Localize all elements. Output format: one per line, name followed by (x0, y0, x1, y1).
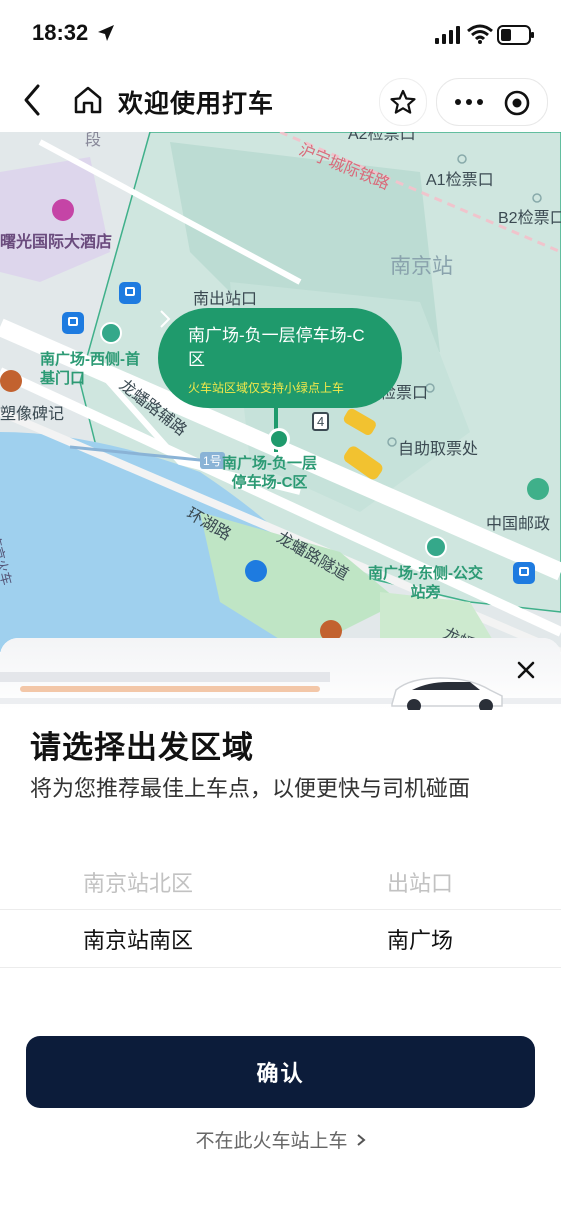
location-arrow-icon (98, 25, 114, 41)
map-label-east: 南广场-东侧-公交 站旁 (368, 565, 483, 601)
anchor-icon (245, 560, 267, 582)
mini-program-capsule (436, 78, 548, 126)
wifi-icon (467, 24, 493, 44)
map-label-self-ticket: 自助取票处 (398, 441, 479, 458)
page-title: 欢迎使用打车 (118, 90, 275, 118)
car-icon (391, 677, 503, 710)
subway-exit-badge: 4 (312, 412, 330, 431)
sheet-subtitle: 将为您推荐最佳上车点，以便更快与司机碰面 (30, 776, 471, 801)
map-view[interactable]: A2检票口 A1检票口 B2检票口 沪宁城际铁路 段 曙光国际大酒店 南京站 南… (0, 132, 561, 652)
close-icon[interactable] (514, 658, 538, 682)
hotel-icon (52, 199, 74, 221)
bubble-note: 火车站区域仅支持小绿点上车 (188, 381, 345, 395)
sheet-title: 请选择出发区域 (30, 730, 254, 765)
more-icon[interactable] (452, 91, 486, 113)
map-label-south-exit: 南出站口 (193, 291, 258, 308)
pickup-point-icon[interactable] (100, 322, 122, 344)
picker-option[interactable]: 南京站北区 出站口 (0, 853, 561, 910)
selected-pin-icon (268, 428, 290, 450)
map-label-post: 中国邮政 (486, 516, 551, 533)
landmark-icon (0, 370, 22, 392)
favorite-button[interactable] (379, 78, 427, 126)
nav-bar: 欢迎使用打车 (0, 70, 561, 132)
pickup-bubble[interactable]: 南广场-负一层停车场-C区 火车站区域仅支持小绿点上车 (158, 308, 402, 408)
status-bar: 18:32 (0, 0, 561, 70)
not-at-station-label: 不在此火车站上车 (195, 1131, 348, 1152)
map-label-statue: 塑像碑记 (0, 406, 65, 423)
cellular-signal-icon (435, 26, 460, 44)
train-illustration (0, 672, 561, 710)
confirm-button[interactable]: 确认 (26, 1036, 535, 1108)
map-label-b2: B2检票口 (498, 210, 561, 227)
pickup-point-icon[interactable] (425, 536, 447, 558)
picker-area-right: 出站口 (387, 871, 454, 896)
area-picker[interactable]: 南京站北区 出站口 南京站南区 南广场 (0, 853, 561, 983)
bus-stop-icon (119, 282, 141, 304)
close-target-icon[interactable] (503, 89, 531, 117)
bubble-title: 南广场-负一层停车场-C区 (188, 326, 365, 369)
picker-selected-option[interactable]: 南京站南区 南广场 (0, 909, 561, 968)
metro-line-badge: 1号 (200, 452, 225, 469)
post-office-icon (527, 478, 549, 500)
battery-icon (497, 25, 534, 45)
not-at-station-link[interactable]: 不在此火车站上车 (0, 1126, 561, 1153)
chevron-right-icon (356, 1131, 366, 1153)
picker-area-left: 南京站北区 (83, 871, 194, 896)
status-time: 18:32 (32, 20, 89, 45)
bus-stop-icon (513, 562, 535, 584)
back-icon[interactable] (18, 82, 48, 118)
map-label-road-small: 段 (85, 132, 102, 149)
train-banner (0, 638, 561, 710)
picker-area-left: 南京站南区 (83, 928, 194, 953)
bottom-sheet: 请选择出发区域 将为您推荐最佳上车点，以便更快与司机碰面 南京站北区 出站口 南… (0, 638, 561, 1215)
map-label-hotel: 曙光国际大酒店 (0, 234, 113, 251)
chevron-right-icon (160, 310, 171, 328)
map-label-a1: A1检票口 (426, 172, 494, 189)
map-label-a2: A2检票口 (348, 132, 416, 143)
map-label-parking: 南广场-负一层 停车场-C区 (222, 455, 317, 491)
picker-area-right: 南广场 (387, 928, 454, 953)
bus-stop-icon (62, 312, 84, 334)
home-icon[interactable] (72, 84, 104, 116)
map-label-station: 南京站 (390, 255, 453, 278)
star-icon (390, 89, 416, 114)
